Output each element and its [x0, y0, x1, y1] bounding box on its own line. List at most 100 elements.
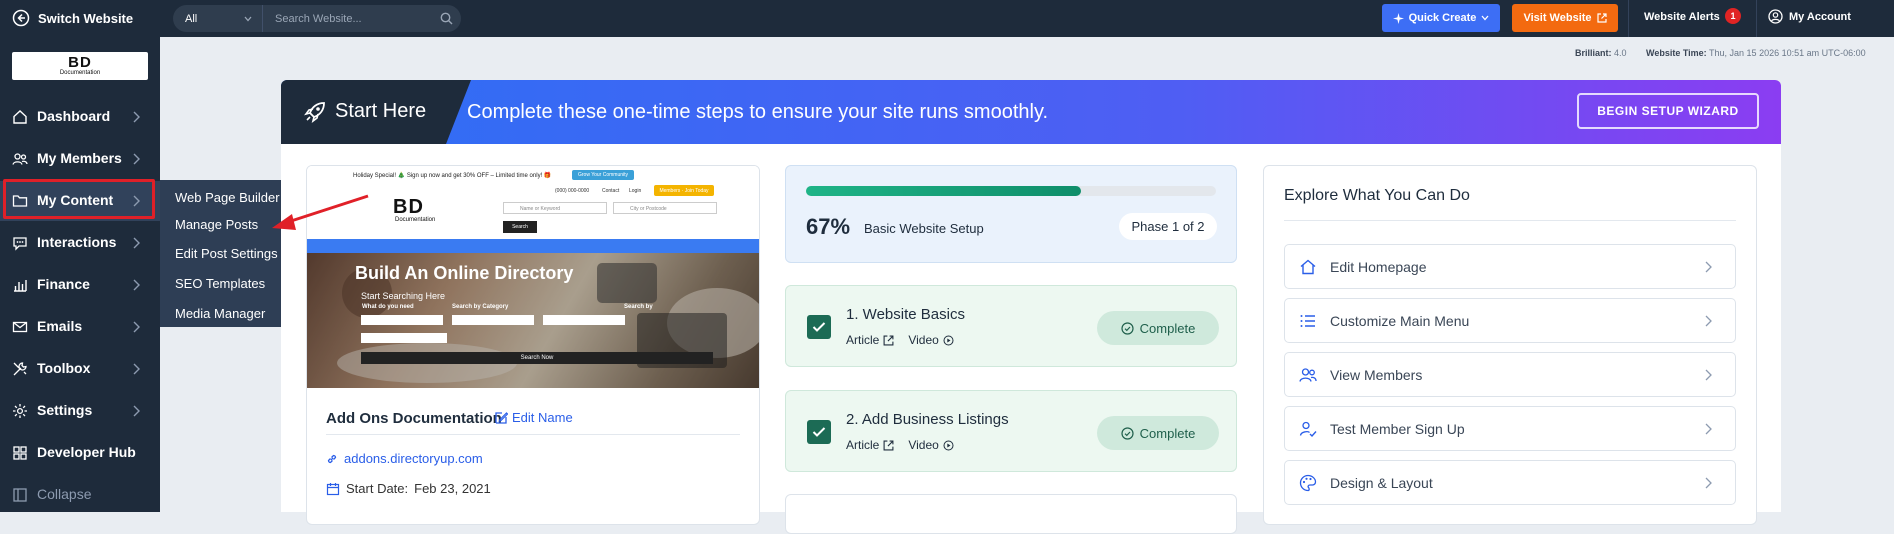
sidebar-item-label: My Members	[37, 150, 122, 166]
article-link[interactable]: Article	[846, 438, 894, 452]
collapse-icon	[12, 487, 28, 503]
flyout-item-edit-post-settings[interactable]: Edit Post Settings	[175, 246, 278, 261]
complete-label: Complete	[1139, 425, 1196, 441]
visit-website-button[interactable]: Visit Website	[1512, 4, 1618, 32]
brilliant-value: 4.0	[1614, 48, 1627, 58]
sidebar-item-label: Settings	[37, 402, 93, 418]
setup-step-1[interactable]: 1. Website Basics Article Video Complete	[785, 285, 1237, 367]
article-link[interactable]: Article	[846, 333, 894, 347]
sidebar-item-settings[interactable]: Settings	[0, 391, 160, 431]
video-label: Video	[908, 333, 939, 347]
flyout-item-media-manager[interactable]: Media Manager	[175, 306, 265, 321]
setup-step-3[interactable]	[785, 494, 1237, 534]
my-account-button[interactable]: My Account	[1768, 9, 1851, 24]
collapse-button[interactable]: Collapse	[0, 475, 160, 515]
edit-name-link[interactable]: Edit Name	[494, 410, 573, 425]
website-search: All	[173, 5, 461, 32]
start-date-label: Start Date:	[346, 481, 409, 496]
sidebar-item-emails[interactable]: Emails	[0, 307, 160, 347]
quick-create-button[interactable]: Quick Create	[1382, 4, 1500, 32]
chevron-right-icon	[1705, 315, 1712, 327]
video-link[interactable]: Video	[908, 333, 954, 347]
users-icon	[12, 151, 28, 167]
progress-fill	[806, 186, 1081, 196]
logo-text: BD	[68, 53, 92, 71]
chat-icon	[12, 235, 28, 251]
sidebar-item-finance[interactable]: Finance	[0, 265, 160, 305]
chevron-right-icon	[1705, 477, 1712, 489]
tools-icon	[12, 361, 28, 377]
preview-promo-text: Holiday Special! 🎄 Sign up now and get 3…	[353, 173, 552, 179]
brilliant-status: Brilliant: 4.0	[1575, 48, 1627, 58]
search-scope-select[interactable]: All	[173, 5, 263, 32]
start-date: Start Date: Feb 23, 2021	[326, 481, 491, 496]
video-label: Video	[908, 438, 939, 452]
collapse-label: Collapse	[37, 486, 92, 502]
logo-subtext: Documentation	[59, 69, 101, 76]
setup-progress-card: 67% Basic Website Setup Phase 1 of 2	[785, 165, 1237, 263]
divider	[1628, 0, 1629, 37]
switch-website-button[interactable]: Switch Website	[12, 9, 133, 27]
banner-message: Complete these one-time steps to ensure …	[467, 101, 1049, 123]
site-card: Holiday Special! 🎄 Sign up now and get 3…	[306, 165, 760, 525]
chevron-down-icon	[1481, 15, 1489, 21]
checkbox-checked-icon[interactable]	[807, 420, 831, 444]
sidebar-item-label: Finance	[37, 276, 90, 292]
sidebar-item-label: Developer Hub	[37, 444, 136, 460]
search-icon[interactable]	[431, 12, 461, 25]
explore-item-customize-main-menu[interactable]: Customize Main Menu	[1284, 298, 1736, 343]
sidebar-item-interactions[interactable]: Interactions	[0, 223, 160, 263]
brilliant-label: Brilliant:	[1575, 48, 1612, 58]
preview-promo-button: Grow Your Community	[572, 170, 634, 180]
sidebar-item-dashboard[interactable]: Dashboard	[0, 97, 160, 137]
step-links: Article Video	[846, 438, 954, 452]
preview-hero-subtitle: Start Searching Here	[361, 291, 446, 301]
flyout-item-web-page-builder[interactable]: Web Page Builder	[175, 190, 280, 205]
play-circle-icon	[943, 440, 954, 451]
edit-icon	[494, 411, 508, 425]
grid-icon	[12, 445, 28, 461]
progress-percent: 67%	[806, 214, 851, 239]
explore-item-label: Edit Homepage	[1330, 259, 1427, 275]
chevron-right-icon	[1705, 423, 1712, 435]
start-date-value: Feb 23, 2021	[414, 481, 491, 496]
sidebar-item-toolbox[interactable]: Toolbox	[0, 349, 160, 389]
chevron-right-icon	[133, 279, 140, 291]
sidebar-item-developer-hub[interactable]: Developer Hub	[0, 433, 160, 473]
site-logo[interactable]: BD Documentation	[12, 52, 148, 80]
flyout-item-manage-posts[interactable]: Manage Posts	[175, 217, 258, 232]
chevron-right-icon	[133, 363, 140, 375]
preview-members-button: Members · Join Today	[654, 185, 714, 196]
external-link-icon	[1596, 13, 1607, 23]
site-url-link[interactable]: addons.directoryup.com	[326, 451, 483, 466]
preview-header: Holiday Special! 🎄 Sign up now and get 3…	[307, 166, 759, 239]
search-input[interactable]	[263, 5, 431, 32]
divider	[326, 434, 740, 435]
site-url-label: addons.directoryup.com	[344, 451, 483, 466]
begin-setup-wizard-button[interactable]: BEGIN SETUP WIZARD	[1577, 93, 1759, 129]
my-account-label: My Account	[1789, 10, 1851, 23]
explore-item-label: Design & Layout	[1330, 475, 1433, 491]
site-name: Add Ons Documentation	[326, 410, 502, 427]
preview-login: Login	[629, 188, 642, 194]
flyout-item-seo-templates[interactable]: SEO Templates	[175, 276, 265, 291]
sidebar-item-my-members[interactable]: My Members	[0, 139, 160, 179]
preview-keyword-field: Name or Keyword	[503, 202, 607, 214]
search-scope-value: All	[185, 12, 198, 25]
explore-item-edit-homepage[interactable]: Edit Homepage	[1284, 244, 1736, 289]
preview-hero-input	[452, 315, 534, 325]
website-alerts-button[interactable]: Website Alerts	[1644, 11, 1720, 23]
preview-hero-title: Build An Online Directory	[355, 263, 574, 283]
site-preview-thumbnail[interactable]: Holiday Special! 🎄 Sign up now and get 3…	[307, 166, 759, 388]
phase-badge: Phase 1 of 2	[1119, 213, 1217, 240]
preview-hero-input	[361, 333, 447, 343]
explore-item-design-layout[interactable]: Design & Layout	[1284, 460, 1736, 505]
preview-hero-image: Build An Online Directory Start Searchin…	[307, 253, 759, 388]
checkbox-checked-icon[interactable]	[807, 315, 831, 339]
explore-item-test-member-sign-up[interactable]: Test Member Sign Up	[1284, 406, 1736, 451]
setup-step-2[interactable]: 2. Add Business Listings Article Video C…	[785, 390, 1237, 472]
divider	[1284, 220, 1736, 221]
video-link[interactable]: Video	[908, 438, 954, 452]
complete-badge: Complete	[1097, 416, 1219, 450]
explore-item-view-members[interactable]: View Members	[1284, 352, 1736, 397]
